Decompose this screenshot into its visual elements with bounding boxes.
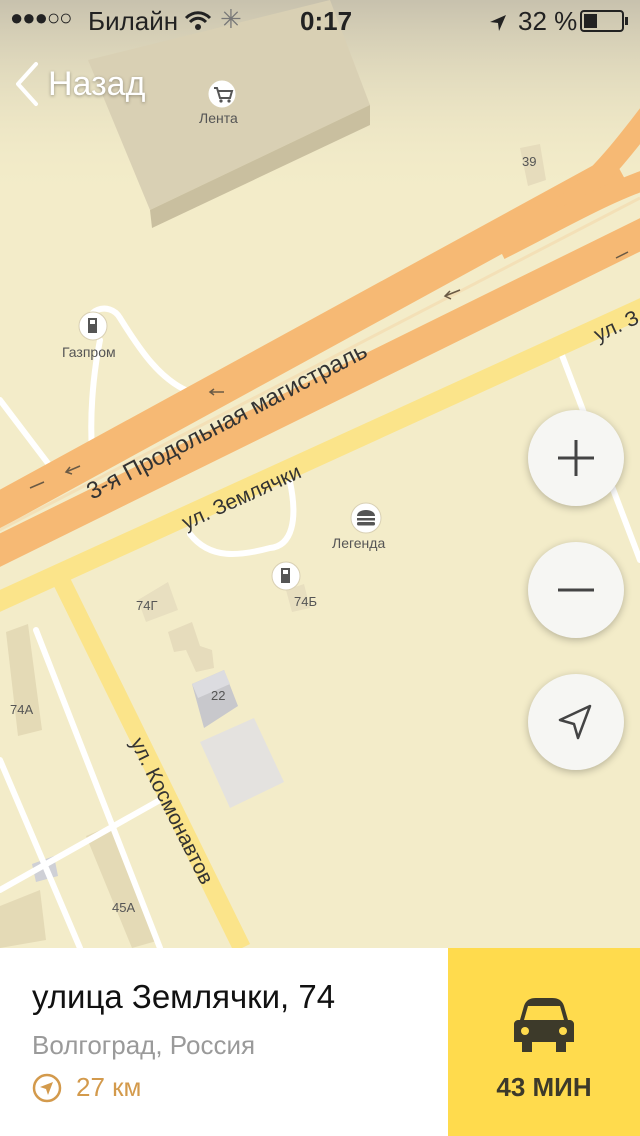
distance-row: 27 км	[32, 1072, 141, 1103]
building-number: 74Б	[294, 594, 317, 609]
zoom-in-button[interactable]	[528, 410, 624, 506]
building-number: 74Г	[136, 598, 158, 613]
place-subtitle: Волгоград, Россия	[32, 1030, 256, 1060]
building-number: 22	[211, 688, 226, 703]
car-icon	[514, 998, 574, 1052]
battery-percent: 32 %	[518, 6, 578, 36]
route-by-car-button[interactable]: 43 МИН	[448, 948, 640, 1136]
zoom-out-button[interactable]	[528, 542, 624, 638]
poi-label-gazprom[interactable]: Газпром	[62, 344, 116, 360]
burger-icon[interactable]	[350, 502, 382, 534]
navigation-arrow-icon	[558, 704, 592, 740]
building-number: 45А	[112, 900, 136, 915]
plus-icon	[558, 440, 594, 476]
poi-label-lenta[interactable]: Лента	[199, 110, 238, 126]
clock: 0:17	[300, 6, 353, 36]
back-button-label: Назад	[48, 64, 146, 103]
minus-icon	[558, 588, 594, 592]
chevron-left-icon	[16, 62, 38, 106]
direction-arrow-icon	[32, 1073, 62, 1102]
battery-icon	[580, 8, 630, 39]
back-button[interactable]: Назад	[14, 56, 145, 112]
fuel-icon[interactable]	[78, 311, 108, 341]
fuel-icon[interactable]	[271, 561, 301, 591]
building-number: 39	[522, 154, 537, 169]
location-services-icon	[488, 9, 508, 40]
building-number: 74А	[10, 702, 34, 717]
poi-label-legenda[interactable]: Легенда	[332, 535, 385, 551]
route-time: 43 МИН	[496, 1072, 592, 1102]
signal-strength-icon: ●●●○○	[10, 5, 72, 30]
wifi-icon	[184, 8, 212, 39]
my-location-button[interactable]	[528, 674, 624, 770]
status-bar: ●●●○○ Билайн ✳ 0:17 32 %	[0, 0, 640, 40]
place-title: улица Землячки, 74	[32, 978, 336, 1015]
carrier-name: Билайн	[88, 6, 179, 36]
cart-icon[interactable]	[207, 79, 237, 109]
activity-spinner-icon: ✳	[220, 4, 242, 34]
distance-value: 27 км	[76, 1072, 142, 1102]
